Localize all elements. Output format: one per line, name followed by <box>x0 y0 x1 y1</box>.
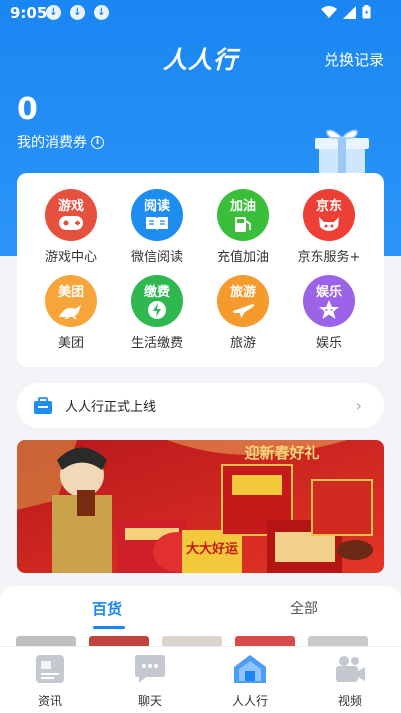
download-icon: ↓ <box>46 5 61 20</box>
status-time: 9:05 <box>10 4 48 22</box>
active-tab-indicator <box>93 626 125 629</box>
services-grid: 游戏 游戏中心 阅读 微信阅读 加油 充值加油 京东 京东服务+ 美团 美团 缴… <box>17 173 384 367</box>
bottom-navigation: 资讯 聊天 人人行 视频 <box>0 646 401 713</box>
announcement-bar[interactable]: 人人行正式上线 › <box>17 383 384 428</box>
nav-news[interactable]: 资讯 <box>10 653 90 709</box>
kangaroo-icon: 美团 <box>45 275 97 327</box>
service-recharge-fuel[interactable]: 加油 充值加油 <box>200 189 286 269</box>
service-label: 生活缴费 <box>130 336 183 351</box>
tab-all[interactable]: 全部 <box>290 598 318 618</box>
chevron-right-icon: › <box>355 396 362 415</box>
service-entertainment[interactable]: 娱乐 娱乐 <box>286 275 372 355</box>
jd-dog-icon: 京东 <box>303 189 355 241</box>
service-label: 娱乐 <box>315 336 342 351</box>
status-bar: 9:05 ↓ ↓ ↓ <box>0 0 401 26</box>
nav-renrenxing[interactable]: 人人行 <box>210 653 290 709</box>
service-game-center[interactable]: 游戏 游戏中心 <box>28 189 114 269</box>
gamepad-icon: 游戏 <box>45 189 97 241</box>
service-label: 美团 <box>57 336 84 351</box>
download-icon: ↓ <box>70 5 85 20</box>
battery-icon <box>362 5 371 19</box>
service-label: 充值加油 <box>216 250 269 265</box>
nav-label: 聊天 <box>137 694 162 708</box>
service-utility-payment[interactable]: 缴费 生活缴费 <box>114 275 200 355</box>
plane-icon: 旅游 <box>217 275 269 327</box>
service-label: 微信阅读 <box>130 250 183 265</box>
nav-label: 人人行 <box>231 694 268 708</box>
home-icon <box>234 655 266 683</box>
news-icon <box>36 655 64 683</box>
shopping-bag-icon <box>34 396 52 414</box>
service-label: 游戏中心 <box>44 250 97 265</box>
nav-label: 视频 <box>337 694 362 708</box>
system-icons <box>321 5 371 19</box>
nav-chat[interactable]: 聊天 <box>110 653 190 709</box>
service-wechat-reading[interactable]: 阅读 微信阅读 <box>114 189 200 269</box>
announcement-text: 人人行正式上线 <box>65 400 157 415</box>
coupon-label: 我的消费券 <box>17 135 87 151</box>
coupon-count: 0 <box>17 92 38 127</box>
svg-text:大大好运: 大大好运 <box>186 541 238 557</box>
fuel-icon: 加油 <box>217 189 269 241</box>
exchange-record-link[interactable]: 兑换记录 <box>324 49 384 70</box>
service-jd-plus[interactable]: 京东 京东服务+ <box>286 189 372 269</box>
service-label: 京东服务+ <box>297 250 361 265</box>
service-meituan[interactable]: 美团 美团 <box>28 275 114 355</box>
signal-icon <box>343 5 356 19</box>
video-icon <box>336 656 365 682</box>
coupon-label-row[interactable]: 我的消费券 i <box>17 132 104 152</box>
gift-box-icon <box>315 129 369 176</box>
nav-video[interactable]: 视频 <box>310 653 390 709</box>
service-label: 旅游 <box>229 336 256 351</box>
service-travel[interactable]: 旅游 旅游 <box>200 275 286 355</box>
star-icon: 娱乐 <box>303 275 355 327</box>
download-icon: ↓ <box>94 5 109 20</box>
wifi-icon <box>321 5 337 18</box>
lightning-icon: 缴费 <box>131 275 183 327</box>
promo-banner[interactable]: 大大好运 迎新春好礼 <box>17 440 384 573</box>
info-icon[interactable]: i <box>91 135 104 149</box>
book-icon: 阅读 <box>131 189 183 241</box>
tab-department-store[interactable]: 百货 <box>92 598 122 619</box>
nav-label: 资讯 <box>37 694 62 708</box>
svg-text:迎新春好礼: 迎新春好礼 <box>244 444 319 462</box>
chat-icon <box>135 655 165 683</box>
